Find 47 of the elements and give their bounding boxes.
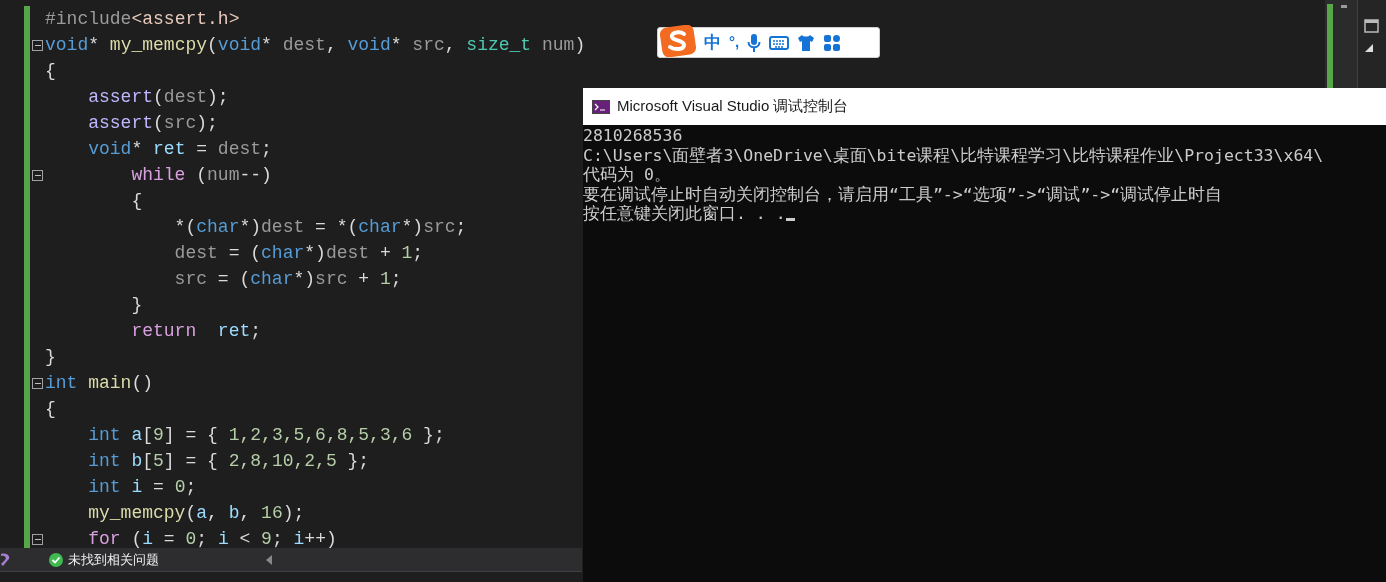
- console-output-line: 要在调试停止时自动关闭控制台，请启用“工具”->“选项”->“调试”->“调试停止时自: [583, 184, 1223, 204]
- microphone-icon[interactable]: [747, 32, 762, 53]
- check-icon: [49, 552, 63, 567]
- keyboard-icon[interactable]: [769, 34, 790, 51]
- triangle-icon[interactable]: [1365, 44, 1373, 52]
- code-line: return ret;: [130, 320, 262, 343]
- code-line: void* ret = dest;: [87, 138, 272, 161]
- code-line: int i = 0;: [87, 476, 197, 499]
- code-line: int a[9] = { 1,2,3,5,6,8,5,3,6 };: [87, 424, 445, 447]
- grid-icon[interactable]: [823, 33, 842, 52]
- code-line: *(char*)dest = *(char*)src;: [173, 216, 467, 239]
- collapse-icon[interactable]: [32, 169, 43, 181]
- code-line: assert(dest);: [87, 86, 229, 109]
- scroll-left-icon[interactable]: [265, 553, 273, 566]
- ime-logo-icon[interactable]: [660, 24, 696, 57]
- code-line: dest = (char*)dest + 1;: [173, 242, 424, 265]
- shirt-icon[interactable]: [797, 33, 816, 52]
- code-line: }: [45, 346, 56, 369]
- collapse-icon[interactable]: [32, 39, 43, 51]
- console-app-icon: [592, 99, 610, 114]
- console-output-line: 2810268536: [583, 126, 683, 146]
- punctuation-toggle[interactable]: °,: [729, 31, 740, 54]
- code-line: for (i = 0; i < 9; i++): [87, 528, 337, 548]
- code-line: {: [45, 398, 56, 421]
- window-icon[interactable]: [1364, 18, 1380, 34]
- text-cursor: [785, 217, 795, 221]
- status-message: 未找到相关问题: [68, 550, 159, 569]
- window-title: Microsoft Visual Studio 调试控制台: [617, 96, 849, 117]
- code-line: int b[5] = { 2,8,10,2,5 };: [87, 450, 370, 473]
- code-line: {: [45, 60, 56, 83]
- scrollbar-thumb[interactable]: [1341, 5, 1347, 8]
- code-line: #include<assert.h>: [45, 8, 240, 31]
- code-line: void* my_memcpy(void* dest, void* src, size_t num): [45, 34, 586, 57]
- plugin-icon[interactable]: [0, 551, 12, 568]
- code-line: my_memcpy(a, b, 16);: [87, 502, 305, 525]
- code-line: }: [130, 294, 143, 317]
- console-output-line: 按任意键关闭此窗口. . .: [583, 204, 786, 224]
- console-output-line: 代码为 0。: [583, 165, 671, 185]
- code-line: assert(src);: [87, 112, 218, 135]
- code-line: while (num--): [130, 164, 272, 187]
- console-output-line: C:\Users\面壁者3\OneDrive\桌面\bite课程\比特课程学习\比特课程作业\Project33\x64\: [583, 145, 1324, 165]
- code-line: {: [130, 190, 143, 213]
- language-toggle[interactable]: 中: [704, 29, 721, 56]
- code-line: int main(): [45, 372, 154, 395]
- collapse-icon[interactable]: [32, 377, 43, 389]
- collapse-icon[interactable]: [32, 533, 43, 545]
- code-line: src = (char*)src + 1;: [173, 268, 402, 291]
